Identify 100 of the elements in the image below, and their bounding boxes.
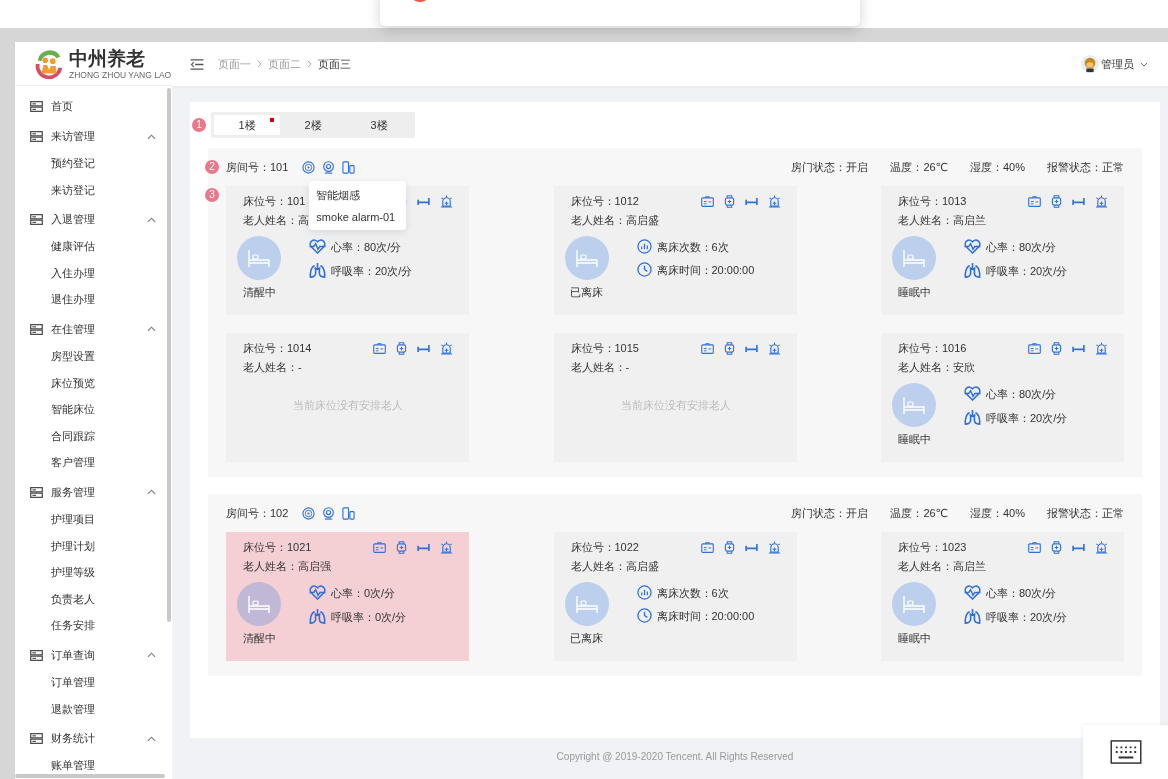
camera-icon[interactable] xyxy=(322,160,336,174)
bed-card[interactable]: 床位号：1022 老人姓名：高启盛 已离床 离床次数：6次 离床时间：20:00:00 xyxy=(553,532,797,661)
bed-card[interactable]: 床位号：1013 老人姓名：高启兰 睡眠中 心率：80次/分 呼吸率：20次/分 xyxy=(881,186,1124,315)
camera-icon[interactable] xyxy=(322,506,336,520)
menu-item[interactable]: 护理项目 xyxy=(15,505,172,533)
alarm-light-icon[interactable] xyxy=(767,194,781,208)
id-card-icon[interactable] xyxy=(700,195,714,207)
server-icon xyxy=(30,323,43,335)
bed-icon[interactable] xyxy=(1072,196,1085,206)
menu-group[interactable]: 订单查询 xyxy=(15,641,172,669)
menu-item[interactable]: 护理等级 xyxy=(15,559,172,586)
alarm-light-icon[interactable] xyxy=(440,540,453,554)
bed-avatar-icon xyxy=(892,236,936,280)
bed-icon[interactable] xyxy=(417,343,430,353)
id-card-icon[interactable] xyxy=(1028,541,1041,553)
menu-item[interactable]: 健康评估 xyxy=(15,233,172,260)
scrollbar[interactable] xyxy=(167,88,171,622)
id-card-icon[interactable] xyxy=(373,342,386,354)
id-card-icon[interactable] xyxy=(1028,195,1041,207)
alarm-light-icon[interactable] xyxy=(440,341,453,355)
lungs-icon xyxy=(309,608,326,625)
menu-icon[interactable] xyxy=(190,58,204,70)
alarm-light-icon[interactable] xyxy=(767,540,781,554)
clock-icon xyxy=(636,262,652,277)
elder-name: 老人姓名：高启兰 xyxy=(898,213,986,227)
bed-avatar-icon xyxy=(892,582,936,626)
alarm-light-icon[interactable] xyxy=(1095,540,1108,554)
bed-icon[interactable] xyxy=(417,196,430,206)
user-name[interactable]: 管理员 xyxy=(1101,56,1134,72)
bed-card[interactable]: 床位号：1016 老人姓名：安欣 睡眠中 心率：80次/分 呼吸率：20次/分 xyxy=(881,333,1124,462)
bed-status: 睡眠中 xyxy=(897,432,931,446)
room-status: 湿度：40% xyxy=(969,159,1025,175)
bed-icon[interactable] xyxy=(744,196,758,206)
alarm-light-icon[interactable] xyxy=(440,194,453,208)
menu-group[interactable]: 在住管理 xyxy=(15,315,172,343)
menu-item[interactable]: 账单管理 xyxy=(15,752,172,779)
menu-item[interactable]: 来访登记 xyxy=(15,176,172,204)
menu-group[interactable]: 服务管理 xyxy=(15,478,172,506)
caret-icon[interactable] xyxy=(1140,61,1148,67)
metric-reading: 呼吸率：20次/分 xyxy=(986,263,1068,278)
elder-name: 老人姓名：高 xyxy=(243,213,309,227)
floor-tab[interactable]: 2楼 xyxy=(280,115,346,135)
bed-icon[interactable] xyxy=(744,343,758,353)
id-card-icon[interactable] xyxy=(700,541,714,553)
devices-icon[interactable] xyxy=(342,160,356,174)
bed-number: 床位号：1014 xyxy=(243,341,312,355)
id-card-icon[interactable] xyxy=(373,541,386,553)
bed-status: 清醒中 xyxy=(242,631,276,645)
menu-item[interactable]: 客户管理 xyxy=(15,449,172,476)
bed-number: 床位号：1012 xyxy=(570,194,640,208)
metric-reading: 呼吸率：20次/分 xyxy=(986,609,1068,624)
bed-status: 已离床 xyxy=(570,285,603,299)
alarm-light-icon[interactable] xyxy=(767,341,781,355)
bed-status: 睡眠中 xyxy=(897,631,931,645)
smoke-detector-icon[interactable] xyxy=(302,506,316,520)
elder-name: 老人姓名：- xyxy=(570,360,631,374)
scrollbar[interactable] xyxy=(15,774,165,778)
room-status: 温度：26℃ xyxy=(890,505,948,521)
bed-icon[interactable] xyxy=(417,542,430,552)
menu-item[interactable]: 房型设置 xyxy=(15,342,172,370)
alarm-light-icon[interactable] xyxy=(1095,341,1108,355)
bed-card[interactable]: 床位号：1012 老人姓名：高启盛 已离床 离床次数：6次 离床时间：20:00:00 xyxy=(553,186,797,315)
avatar-icon[interactable] xyxy=(1081,55,1099,73)
menu-group[interactable]: 首页 xyxy=(15,93,172,120)
bar-chart-icon xyxy=(636,239,652,254)
menu-item[interactable]: 护理计划 xyxy=(15,532,172,560)
smoke-detector-icon[interactable] xyxy=(302,160,316,174)
menu-item[interactable]: 退住办理 xyxy=(15,286,172,313)
bed-icon[interactable] xyxy=(1072,343,1085,353)
bed-card[interactable]: 床位号：1023 老人姓名：高启兰 睡眠中 心率：80次/分 呼吸率：20次/分 xyxy=(881,532,1124,661)
room-status: 温度：26℃ xyxy=(890,159,948,175)
floor-tab[interactable]: 1楼 xyxy=(214,115,280,135)
menu-item[interactable]: 预约登记 xyxy=(15,150,172,177)
keyboard-button[interactable] xyxy=(1083,725,1168,779)
menu-group[interactable]: 财务统计 xyxy=(15,725,172,753)
server-icon xyxy=(30,101,43,112)
menu-item[interactable]: 退款管理 xyxy=(15,695,172,723)
menu-item[interactable]: 订单管理 xyxy=(15,668,172,696)
menu-item[interactable]: 任务安排 xyxy=(15,612,172,639)
bed-icon[interactable] xyxy=(1072,542,1085,552)
menu-group[interactable]: 入退管理 xyxy=(15,206,172,234)
metric-reading: 离床时间：20:00:00 xyxy=(656,262,755,277)
elder-name: 老人姓名：高启强 xyxy=(243,559,331,573)
id-card-icon[interactable] xyxy=(700,342,714,354)
devices-icon[interactable] xyxy=(342,506,356,520)
alarm-light-icon[interactable] xyxy=(1095,194,1108,208)
bed-status: 清醒中 xyxy=(242,285,276,299)
floor-tab[interactable]: 3楼 xyxy=(346,115,412,135)
menu-item[interactable]: 入住办理 xyxy=(15,259,172,287)
menu-item[interactable]: 床位预览 xyxy=(15,369,172,397)
bed-icon[interactable] xyxy=(744,542,758,552)
room-status: 湿度：40% xyxy=(969,505,1025,521)
menu-item[interactable]: 合同跟踪 xyxy=(15,422,172,450)
menu-group[interactable]: 来访管理 xyxy=(15,123,172,150)
menu-item[interactable]: 智能床位 xyxy=(15,396,172,423)
menu-item[interactable]: 负责老人 xyxy=(15,585,172,613)
bed-number: 床位号：1013 xyxy=(898,194,968,208)
id-card-icon[interactable] xyxy=(1028,342,1041,354)
bed-card[interactable]: 床位号：1021 老人姓名：高启强 清醒中 心率：0次/分 呼吸率：0次/分 xyxy=(226,532,469,661)
metric-reading: 呼吸率：0次/分 xyxy=(331,609,407,624)
